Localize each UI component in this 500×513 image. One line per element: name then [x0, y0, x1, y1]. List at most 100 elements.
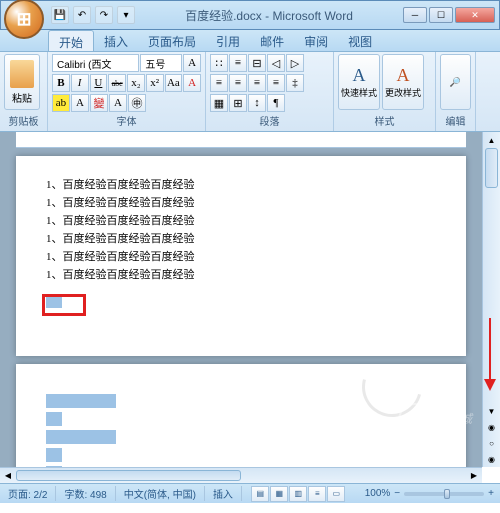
- window-controls: ─ ☐ ✕: [403, 7, 495, 23]
- browse-object-icon[interactable]: ○: [483, 435, 500, 451]
- page-1[interactable]: 1、百度经验百度经验百度经验 1、百度经验百度经验百度经验 1、百度经验百度经验…: [16, 156, 466, 356]
- justify-icon[interactable]: ≡: [267, 74, 285, 92]
- tab-insert[interactable]: 插入: [94, 30, 138, 51]
- line-spacing-icon[interactable]: ‡: [286, 74, 304, 92]
- zoom-level[interactable]: 100%: [365, 488, 391, 499]
- draft-view-icon[interactable]: ▭: [327, 486, 345, 502]
- tab-mail[interactable]: 邮件: [250, 30, 294, 51]
- paragraph-label: 段落: [210, 112, 329, 129]
- increase-indent-icon[interactable]: ▷: [286, 54, 304, 72]
- document-scroll[interactable]: 1、百度经验百度经验百度经验 1、百度经验百度经验百度经验 1、百度经验百度经验…: [0, 132, 482, 467]
- horizontal-ruler[interactable]: [16, 132, 466, 148]
- qat-dropdown-icon[interactable]: ▾: [117, 6, 135, 24]
- superscript-button[interactable]: x²: [146, 74, 164, 92]
- scroll-up-icon[interactable]: ▲: [483, 132, 500, 148]
- align-right-icon[interactable]: ≡: [248, 74, 266, 92]
- phonetic-icon[interactable]: 變: [90, 94, 108, 112]
- find-button[interactable]: 🔎: [440, 54, 471, 110]
- align-left-icon[interactable]: ≡: [210, 74, 228, 92]
- scroll-right-icon[interactable]: ▶: [466, 468, 482, 483]
- print-layout-view-icon[interactable]: ▤: [251, 486, 269, 502]
- border-icon[interactable]: ⊞: [229, 94, 247, 112]
- align-center-icon[interactable]: ≡: [229, 74, 247, 92]
- font-family-combo[interactable]: Calibri (西文: [52, 54, 139, 72]
- horizontal-scrollbar[interactable]: ◀ ▶: [0, 467, 482, 483]
- italic-button[interactable]: I: [71, 74, 89, 92]
- selection-highlight[interactable]: [46, 412, 62, 426]
- bold-button[interactable]: B: [52, 74, 70, 92]
- scroll-down-icon[interactable]: ▼: [483, 403, 500, 419]
- page-2[interactable]: [16, 364, 466, 467]
- zoom-slider[interactable]: [404, 492, 484, 496]
- bullet-list-icon[interactable]: ∷: [210, 54, 228, 72]
- char-shading-icon[interactable]: A: [109, 94, 127, 112]
- selection-highlight[interactable]: [46, 448, 62, 462]
- office-button[interactable]: ⊞: [4, 0, 44, 39]
- vscroll-thumb[interactable]: [485, 148, 498, 188]
- decrease-indent-icon[interactable]: ◁: [267, 54, 285, 72]
- font-color-button[interactable]: A: [183, 74, 201, 92]
- fullscreen-view-icon[interactable]: ▦: [270, 486, 288, 502]
- list-item[interactable]: 1、百度经验百度经验百度经验: [46, 176, 436, 194]
- quick-styles-button[interactable]: A 快速样式: [338, 54, 380, 110]
- undo-icon[interactable]: ↶: [73, 6, 91, 24]
- shading-icon[interactable]: ▦: [210, 94, 228, 112]
- next-page-icon[interactable]: ◉: [483, 451, 500, 467]
- selection-highlight[interactable]: [46, 430, 116, 444]
- change-styles-button[interactable]: A 更改样式: [382, 54, 424, 110]
- list-item[interactable]: 1、百度经验百度经验百度经验: [46, 248, 436, 266]
- list-item[interactable]: 1、百度经验百度经验百度经验: [46, 230, 436, 248]
- highlight-button[interactable]: ab: [52, 94, 70, 112]
- tab-layout[interactable]: 页面布局: [138, 30, 206, 51]
- tab-reference[interactable]: 引用: [206, 30, 250, 51]
- char-border-icon[interactable]: A: [71, 94, 89, 112]
- page-indicator[interactable]: 页面: 2/2: [0, 486, 56, 501]
- font-label: 字体: [52, 112, 201, 129]
- tab-review[interactable]: 审阅: [294, 30, 338, 51]
- grow-font-icon[interactable]: A: [183, 54, 201, 72]
- sort-icon[interactable]: ↕: [248, 94, 266, 112]
- language-indicator[interactable]: 中文(简体, 中国): [116, 486, 205, 501]
- list-item[interactable]: 1、百度经验百度经验百度经验: [46, 194, 436, 212]
- hscroll-track[interactable]: [16, 468, 466, 483]
- insert-mode[interactable]: 插入: [205, 486, 242, 501]
- selection-highlight[interactable]: [46, 394, 116, 408]
- show-marks-icon[interactable]: ¶: [267, 94, 285, 112]
- scroll-left-icon[interactable]: ◀: [0, 468, 16, 483]
- vscroll-track[interactable]: [483, 148, 500, 403]
- vertical-scrollbar[interactable]: ▲ ▼ ◉ ○ ◉: [482, 132, 500, 467]
- tab-home[interactable]: 开始: [48, 30, 94, 51]
- list-item[interactable]: 1、百度经验百度经验百度经验: [46, 212, 436, 230]
- group-paragraph: ∷ ≡ ⊟ ◁ ▷ ≡ ≡ ≡ ≡ ‡ ▦ ⊞ ↕ ¶: [206, 52, 334, 131]
- view-buttons: ▤ ▦ ▥ ≡ ▭: [251, 486, 345, 502]
- redo-icon[interactable]: ↷: [95, 6, 113, 24]
- subscript-button[interactable]: x₂: [127, 74, 145, 92]
- clear-format-icon[interactable]: Aa: [165, 74, 183, 92]
- web-layout-view-icon[interactable]: ▥: [289, 486, 307, 502]
- number-list-icon[interactable]: ≡: [229, 54, 247, 72]
- selection-highlight[interactable]: [46, 466, 62, 467]
- word-count[interactable]: 字数: 498: [56, 486, 115, 501]
- multilevel-list-icon[interactable]: ⊟: [248, 54, 266, 72]
- font-size-combo[interactable]: 五号: [140, 54, 182, 72]
- paste-button[interactable]: 粘贴: [4, 54, 40, 110]
- strike-button[interactable]: abc: [108, 74, 126, 92]
- maximize-button[interactable]: ☐: [429, 7, 453, 23]
- underline-button[interactable]: U: [90, 74, 108, 92]
- zoom-slider-thumb[interactable]: [444, 489, 450, 499]
- minimize-button[interactable]: ─: [403, 7, 427, 23]
- zoom-in-button[interactable]: +: [488, 488, 494, 499]
- close-button[interactable]: ✕: [455, 7, 495, 23]
- tab-view[interactable]: 视图: [338, 30, 382, 51]
- paste-icon: [10, 60, 34, 88]
- annotation-box-1: [42, 294, 86, 316]
- list-item[interactable]: 1、百度经验百度经验百度经验: [46, 266, 436, 284]
- outline-view-icon[interactable]: ≡: [308, 486, 326, 502]
- prev-page-icon[interactable]: ◉: [483, 419, 500, 435]
- ribbon-tabs: 开始 插入 页面布局 引用 邮件 审阅 视图: [0, 30, 500, 52]
- hscroll-thumb[interactable]: [16, 470, 241, 481]
- zoom-out-button[interactable]: −: [394, 488, 400, 499]
- group-editing: 🔎 编辑: [436, 52, 476, 131]
- enclose-icon[interactable]: ㊥: [128, 94, 146, 112]
- save-icon[interactable]: 💾: [51, 6, 69, 24]
